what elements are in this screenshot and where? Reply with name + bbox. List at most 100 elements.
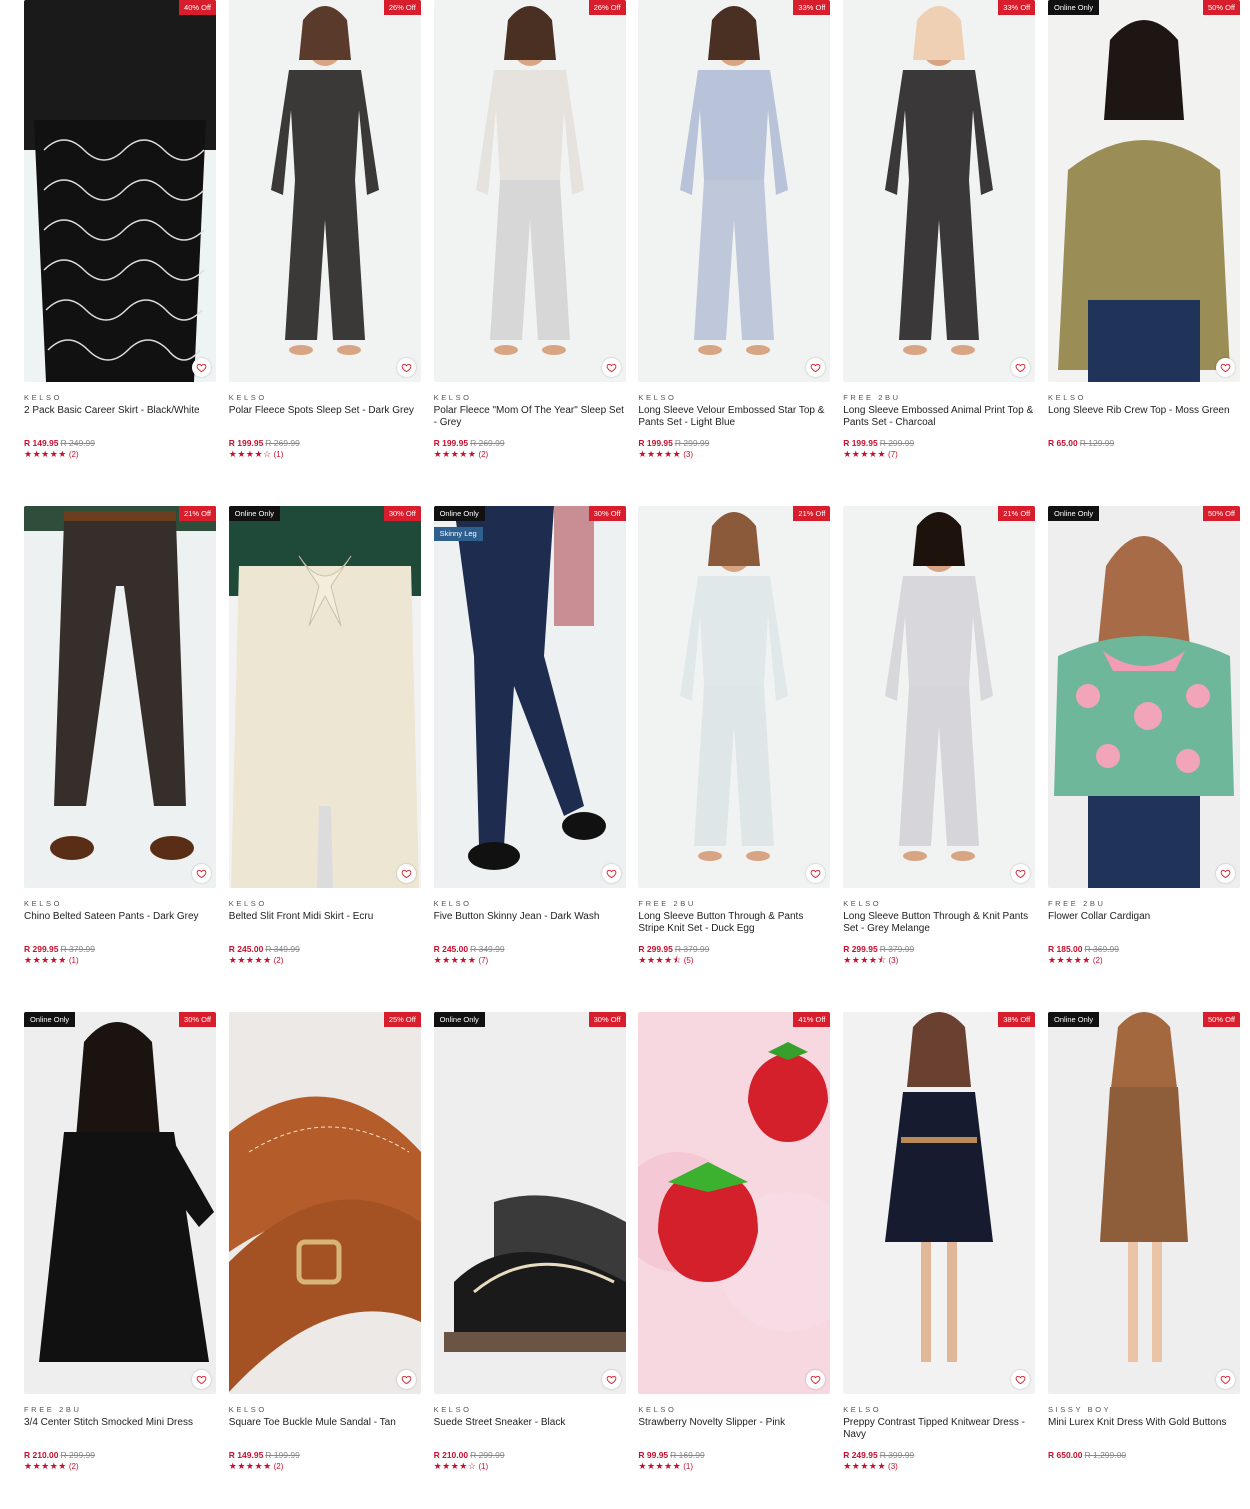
product-brand[interactable]: KELSO (229, 1405, 421, 1414)
product-rating[interactable]: ★★★★☆ (1) (434, 1461, 626, 1472)
wishlist-heart-icon[interactable] (1215, 1370, 1235, 1389)
product-image[interactable]: 25% Off (228, 1012, 421, 1394)
product-brand[interactable]: SISSY BOY (1048, 1405, 1240, 1414)
product-card[interactable]: 33% Off FREE 2BU Long Sleeve Embossed Anim… (843, 0, 1036, 506)
product-rating[interactable]: ★★★★⯪ (5) (638, 955, 830, 966)
product-rating[interactable]: ★★★★★ (2) (434, 449, 626, 460)
product-image[interactable]: Online Only 50% Off (1047, 0, 1240, 382)
product-card[interactable]: Online Only 50% Off FREE 2BU Flower Collar … (1047, 506, 1240, 1012)
product-name[interactable]: Suede Street Sneaker - Black (434, 1417, 626, 1447)
product-rating[interactable]: ★★★★★ (2) (229, 955, 421, 966)
product-rating[interactable]: ★★★★★ (1) (638, 1461, 830, 1472)
product-rating[interactable]: ★★★★☆ (1) (229, 449, 421, 460)
wishlist-heart-icon[interactable] (396, 864, 416, 883)
product-card[interactable]: 26% Off KELSO Polar Fleece "Mom Of The Yea… (433, 0, 626, 506)
product-name[interactable]: Long Sleeve Velour Embossed Star Top & P… (638, 405, 830, 435)
product-rating[interactable]: ★★★★★ (7) (434, 955, 626, 966)
product-brand[interactable]: KELSO (434, 899, 626, 908)
product-card[interactable]: 38% Off KELSO Preppy Contrast Tipped Knitw… (843, 1012, 1036, 1509)
product-image[interactable]: 33% Off (843, 0, 1036, 382)
product-brand[interactable]: KELSO (24, 899, 216, 908)
product-brand[interactable]: KELSO (434, 393, 626, 402)
product-name[interactable]: Five Button Skinny Jean - Dark Wash (434, 911, 626, 941)
product-card[interactable]: Online Only 30% Off FREE 2BU 3/4 Center Sti… (24, 1012, 216, 1509)
product-image[interactable]: Online Only 30% Off (24, 1012, 216, 1394)
product-rating[interactable]: ★★★★★ (7) (843, 449, 1035, 460)
product-image[interactable]: 21% Off (24, 506, 216, 888)
product-image[interactable]: 21% Off (843, 506, 1036, 888)
product-name[interactable]: Polar Fleece "Mom Of The Year" Sleep Set… (434, 405, 626, 435)
product-rating[interactable]: ★★★★★ (2) (24, 449, 216, 460)
product-card[interactable]: 21% Off KELSO Chino Belted Sateen Pants - … (24, 506, 216, 1012)
wishlist-heart-icon[interactable] (601, 864, 621, 883)
product-image[interactable]: 26% Off (433, 0, 626, 382)
wishlist-heart-icon[interactable] (1215, 358, 1235, 377)
wishlist-heart-icon[interactable] (192, 1370, 211, 1389)
product-image[interactable]: Online Only 30% Off (433, 1012, 626, 1394)
product-image[interactable]: Online Only 50% Off (1047, 506, 1240, 888)
product-brand[interactable]: KELSO (638, 393, 830, 402)
product-card[interactable]: Online Only 50% Off KELSO Long Sleeve Rib C… (1047, 0, 1240, 506)
wishlist-heart-icon[interactable] (396, 1370, 416, 1389)
product-name[interactable]: 3/4 Center Stitch Smocked Mini Dress (24, 1417, 216, 1447)
product-card[interactable]: Online Only 30% Off KELSO Belted Slit Front… (228, 506, 421, 1012)
wishlist-heart-icon[interactable] (1215, 864, 1235, 883)
product-brand[interactable]: KELSO (1048, 393, 1240, 402)
product-rating[interactable]: ★★★★★ (2) (24, 1461, 216, 1472)
product-rating[interactable]: ★★★★★ (2) (1048, 955, 1240, 966)
product-name[interactable]: Polar Fleece Spots Sleep Set - Dark Grey (229, 405, 421, 435)
product-card[interactable]: Online Only 30% Off KELSO Suede Street Snea… (433, 1012, 626, 1509)
product-name[interactable]: Belted Slit Front Midi Skirt - Ecru (229, 911, 421, 941)
product-brand[interactable]: KELSO (229, 393, 421, 402)
product-name[interactable]: Mini Lurex Knit Dress With Gold Buttons (1048, 1417, 1240, 1447)
product-name[interactable]: Flower Collar Cardigan (1048, 911, 1240, 941)
product-card[interactable]: 21% Off KELSO Long Sleeve Button Through &… (843, 506, 1036, 1012)
product-image[interactable]: 21% Off (638, 506, 831, 888)
product-brand[interactable]: KELSO (229, 899, 421, 908)
product-name[interactable]: Preppy Contrast Tipped Knitwear Dress - … (843, 1417, 1035, 1447)
product-rating[interactable]: ★★★★★ (3) (843, 1461, 1035, 1472)
product-name[interactable]: Square Toe Buckle Mule Sandal - Tan (229, 1417, 421, 1447)
product-card[interactable]: 41% Off KELSO Strawberry Novelty Slipper -… (638, 1012, 831, 1509)
product-image[interactable]: Online Only Skinny Leg 30% Off (433, 506, 626, 888)
product-brand[interactable]: KELSO (434, 1405, 626, 1414)
wishlist-heart-icon[interactable] (601, 1370, 621, 1389)
product-image[interactable]: 26% Off (228, 0, 421, 382)
wishlist-heart-icon[interactable] (396, 358, 416, 377)
product-name[interactable]: Long Sleeve Rib Crew Top - Moss Green (1048, 405, 1240, 435)
product-card[interactable]: Online Only Skinny Leg 30% Off KELSO Five Bu… (433, 506, 626, 1012)
product-image[interactable]: 41% Off (638, 1012, 831, 1394)
product-rating[interactable]: ★★★★★ (3) (638, 449, 830, 460)
product-name[interactable]: Chino Belted Sateen Pants - Dark Grey (24, 911, 216, 941)
product-card[interactable]: 40% Off KELSO 2 Pack Basic Career Skirt - … (24, 0, 216, 506)
product-name[interactable]: 2 Pack Basic Career Skirt - Black/White (24, 405, 216, 435)
product-brand[interactable]: FREE 2BU (1048, 899, 1240, 908)
product-image[interactable]: 38% Off (843, 1012, 1036, 1394)
product-card[interactable]: Online Only 50% Off SISSY BOY Mini Lurex Kn… (1047, 1012, 1240, 1509)
product-name[interactable]: Long Sleeve Button Through & Knit Pants … (843, 911, 1035, 941)
product-card[interactable]: 33% Off KELSO Long Sleeve Velour Embossed … (638, 0, 831, 506)
product-brand[interactable]: FREE 2BU (24, 1405, 216, 1414)
product-rating[interactable]: ★★★★★ (2) (229, 1461, 421, 1472)
product-brand[interactable]: KELSO (843, 1405, 1035, 1414)
product-name[interactable]: Long Sleeve Button Through & Pants Strip… (638, 911, 830, 941)
product-rating[interactable]: ★★★★⯪ (3) (843, 955, 1035, 966)
product-brand[interactable]: KELSO (638, 1405, 830, 1414)
product-rating[interactable]: ★★★★★ (1) (24, 955, 216, 966)
product-brand[interactable]: KELSO (24, 393, 216, 402)
product-brand[interactable]: FREE 2BU (638, 899, 830, 908)
product-image[interactable]: Online Only 30% Off (228, 506, 421, 888)
product-name[interactable]: Strawberry Novelty Slipper - Pink (638, 1417, 830, 1447)
product-image[interactable]: 33% Off (638, 0, 831, 382)
wishlist-heart-icon[interactable] (601, 358, 621, 377)
product-name[interactable]: Long Sleeve Embossed Animal Print Top & … (843, 405, 1035, 435)
product-image[interactable]: 40% Off (24, 0, 216, 382)
product-card[interactable]: 26% Off KELSO Polar Fleece Spots Sleep Set… (228, 0, 421, 506)
wishlist-heart-icon[interactable] (192, 358, 211, 377)
product-card[interactable]: 25% Off KELSO Square Toe Buckle Mule Sanda… (228, 1012, 421, 1509)
product-brand[interactable]: KELSO (843, 899, 1035, 908)
product-card[interactable]: 21% Off FREE 2BU Long Sleeve Button Throug… (638, 506, 831, 1012)
product-brand[interactable]: FREE 2BU (843, 393, 1035, 402)
wishlist-heart-icon[interactable] (192, 864, 211, 883)
product-image[interactable]: Online Only 50% Off (1047, 1012, 1240, 1394)
